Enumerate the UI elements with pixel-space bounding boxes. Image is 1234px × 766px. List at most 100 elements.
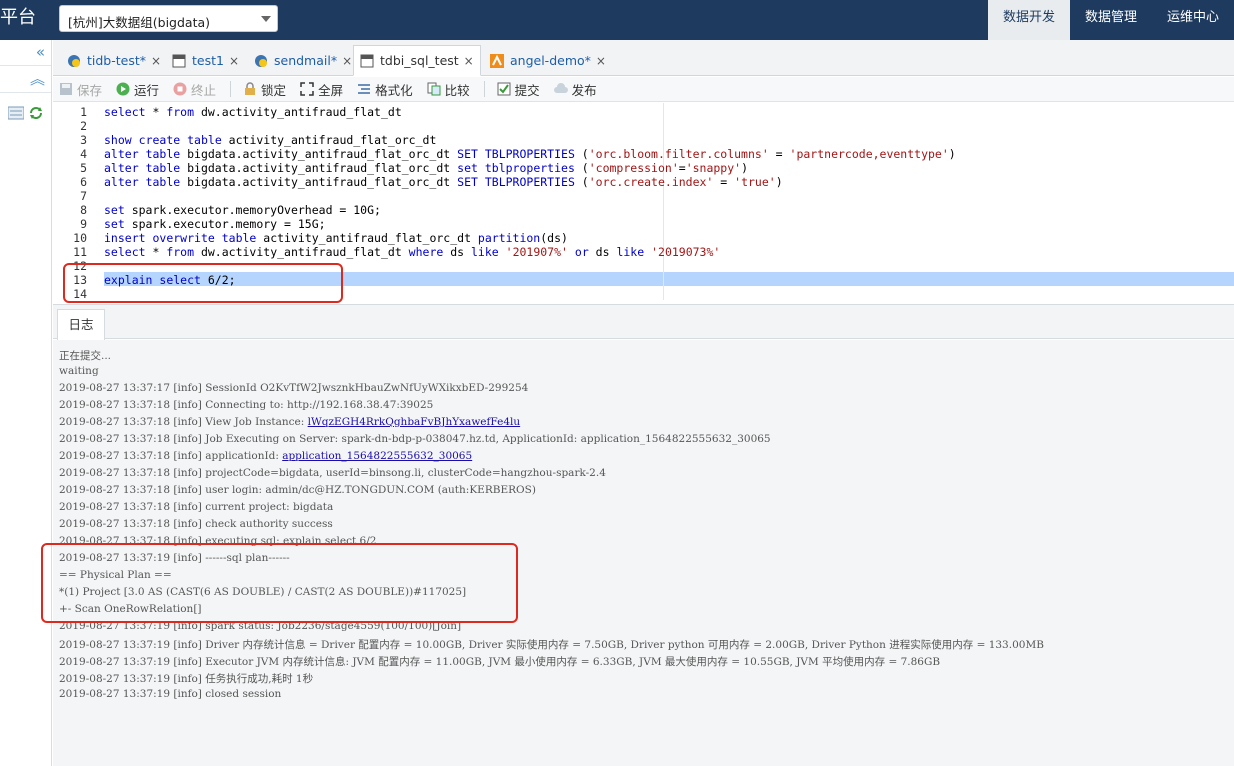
- log-line: 2019-08-27 13:37:18 [info] View Job Inst…: [59, 416, 521, 428]
- line-number: 1: [80, 105, 87, 119]
- line-number: 5: [80, 161, 87, 175]
- group-select-value: [杭州]大数据组(bigdata): [68, 15, 211, 30]
- log-line: 2019-08-27 13:37:18 [info] user login: a…: [59, 484, 536, 496]
- chevron-down-icon: [261, 16, 271, 22]
- tab-tdbi-sql-test[interactable]: tdbi_sql_test ×: [353, 45, 481, 76]
- log-line: 2019-08-27 13:37:19 [info] 任务执行成功,耗时 1秒: [59, 673, 314, 685]
- code-line[interactable]: select * from dw.activity_antifraud_flat…: [104, 245, 720, 259]
- line-number: 2: [80, 119, 87, 133]
- code-line[interactable]: alter table bigdata.activity_antifraud_f…: [104, 161, 748, 175]
- code-line[interactable]: set spark.executor.memoryOverhead = 10G;: [104, 203, 381, 217]
- left-rail: « ︽: [0, 40, 52, 766]
- compare-label: 比较: [444, 82, 470, 98]
- tab-sendmail[interactable]: sendmail* ×: [248, 45, 358, 76]
- refresh-icon[interactable]: [28, 106, 44, 120]
- fullscreen-label: 全屏: [318, 82, 344, 98]
- line-number: 9: [80, 217, 87, 231]
- rail-tools: [8, 106, 44, 120]
- code-line[interactable]: alter table bigdata.activity_antifraud_f…: [104, 147, 956, 161]
- format-label: 格式化: [375, 82, 413, 98]
- lock-icon: [245, 82, 256, 95]
- line-number: 6: [80, 175, 87, 189]
- log-line: 2019-08-27 13:37:17 [info] SessionId O2K…: [59, 382, 529, 394]
- log-line: 2019-08-27 13:37:18 [info] check authori…: [59, 518, 333, 530]
- editor-tabs: tidb-test* × test1 × sendmail* × tdbi_sql_t…: [53, 40, 1234, 76]
- job-instance-link[interactable]: lWqzEGH4RrkQghbaFvBJhYxawefFe4lu: [308, 416, 521, 428]
- log-line: 2019-08-27 13:37:18 [info] applicationId…: [59, 450, 473, 462]
- line-number: 4: [80, 147, 87, 161]
- log-line: 正在提交...: [59, 350, 112, 362]
- double-chevron-up-icon[interactable]: ︽: [0, 67, 51, 93]
- line-number: 11: [73, 245, 87, 259]
- code-line[interactable]: select * from dw.activity_antifraud_flat…: [104, 105, 402, 119]
- tab-label: test1: [192, 53, 224, 68]
- close-icon[interactable]: ×: [464, 54, 474, 68]
- publish-label: 发布: [571, 82, 597, 98]
- lock-label: 锁定: [261, 82, 287, 98]
- print-margin: [663, 103, 664, 300]
- brand-title: 平台: [0, 7, 36, 28]
- tab-label: tdbi_sql_test: [380, 53, 459, 68]
- run-label: 运行: [134, 82, 160, 98]
- toolbar-divider: [230, 81, 232, 97]
- compare-icon: [427, 82, 441, 96]
- python-icon: [68, 54, 80, 67]
- nav-data-dev[interactable]: 数据开发: [987, 0, 1070, 40]
- compare-button[interactable]: 比较: [427, 80, 470, 99]
- sql-icon: [172, 54, 186, 67]
- lock-button[interactable]: 锁定: [243, 80, 286, 99]
- sql-icon: [360, 54, 374, 67]
- run-button[interactable]: 运行: [116, 80, 159, 99]
- code-line[interactable]: set spark.executor.memory = 15G;: [104, 217, 326, 231]
- tab-angel-demo[interactable]: angel-demo* ×: [484, 45, 612, 76]
- log-line: 2019-08-27 13:37:18 [info] Job Executing…: [59, 433, 771, 445]
- close-icon[interactable]: ×: [596, 54, 606, 68]
- tab-tidb-test[interactable]: tidb-test* ×: [61, 45, 167, 76]
- nav-data-manage[interactable]: 数据管理: [1070, 0, 1152, 40]
- cloud-icon: [553, 83, 568, 93]
- close-icon[interactable]: ×: [151, 54, 161, 68]
- line-number: 8: [80, 203, 87, 217]
- fullscreen-icon: [300, 82, 314, 96]
- line-number: 3: [80, 133, 87, 147]
- save-button[interactable]: 保存: [59, 80, 102, 99]
- code-line[interactable]: show create table activity_antifraud_fla…: [104, 133, 436, 147]
- python-icon: [255, 54, 267, 67]
- stop-label: 终止: [191, 82, 217, 98]
- close-icon[interactable]: ×: [342, 54, 352, 68]
- angel-icon: [490, 53, 504, 68]
- fullscreen-button[interactable]: 全屏: [300, 80, 343, 99]
- top-nav: 数据开发 数据管理 运维中心: [987, 0, 1234, 40]
- code-line[interactable]: alter table bigdata.activity_antifraud_f…: [104, 175, 783, 189]
- line-number: 10: [73, 231, 87, 245]
- log-line: 2019-08-27 13:37:19 [info] closed sessio…: [59, 688, 282, 700]
- save-icon: [60, 83, 72, 95]
- submit-button[interactable]: 提交: [497, 80, 540, 99]
- format-button[interactable]: 格式化: [357, 80, 413, 99]
- log-tab-bar: 日志: [53, 304, 1234, 340]
- submit-label: 提交: [514, 82, 540, 98]
- nav-ops-center[interactable]: 运维中心: [1152, 0, 1234, 40]
- format-icon: [358, 84, 371, 94]
- log-line: 2019-08-27 13:37:18 [info] projectCode=b…: [59, 467, 606, 479]
- double-chevron-left-icon[interactable]: «: [0, 40, 51, 66]
- tab-log[interactable]: 日志: [57, 309, 105, 340]
- close-icon[interactable]: ×: [229, 54, 239, 68]
- log-line: 2019-08-27 13:37:19 [info] Executor JVM …: [59, 656, 941, 668]
- save-label: 保存: [77, 82, 103, 98]
- line-number: 7: [80, 189, 87, 203]
- sql-editor[interactable]: 1 2 3 4 5 6 7 8 9 10 11 12 13 14 select * from dw.act…: [53, 103, 1234, 303]
- submit-icon: [497, 82, 511, 96]
- application-link[interactable]: application_1564822555632_30065: [282, 450, 472, 462]
- code-line[interactable]: insert overwrite table activity_antifrau…: [104, 231, 568, 245]
- log-line: waiting: [59, 365, 99, 377]
- stop-button[interactable]: 终止: [173, 80, 216, 99]
- top-bar: 平台 [杭州]大数据组(bigdata) 数据开发 数据管理 运维中心: [0, 0, 1234, 40]
- group-select[interactable]: [杭州]大数据组(bigdata): [59, 5, 278, 32]
- tab-label: angel-demo*: [510, 53, 591, 68]
- annotation-box: [41, 543, 518, 623]
- tab-label: tidb-test*: [87, 53, 147, 68]
- list-icon[interactable]: [8, 106, 24, 120]
- publish-button[interactable]: 发布: [553, 80, 597, 99]
- tab-test1[interactable]: test1 ×: [166, 45, 245, 76]
